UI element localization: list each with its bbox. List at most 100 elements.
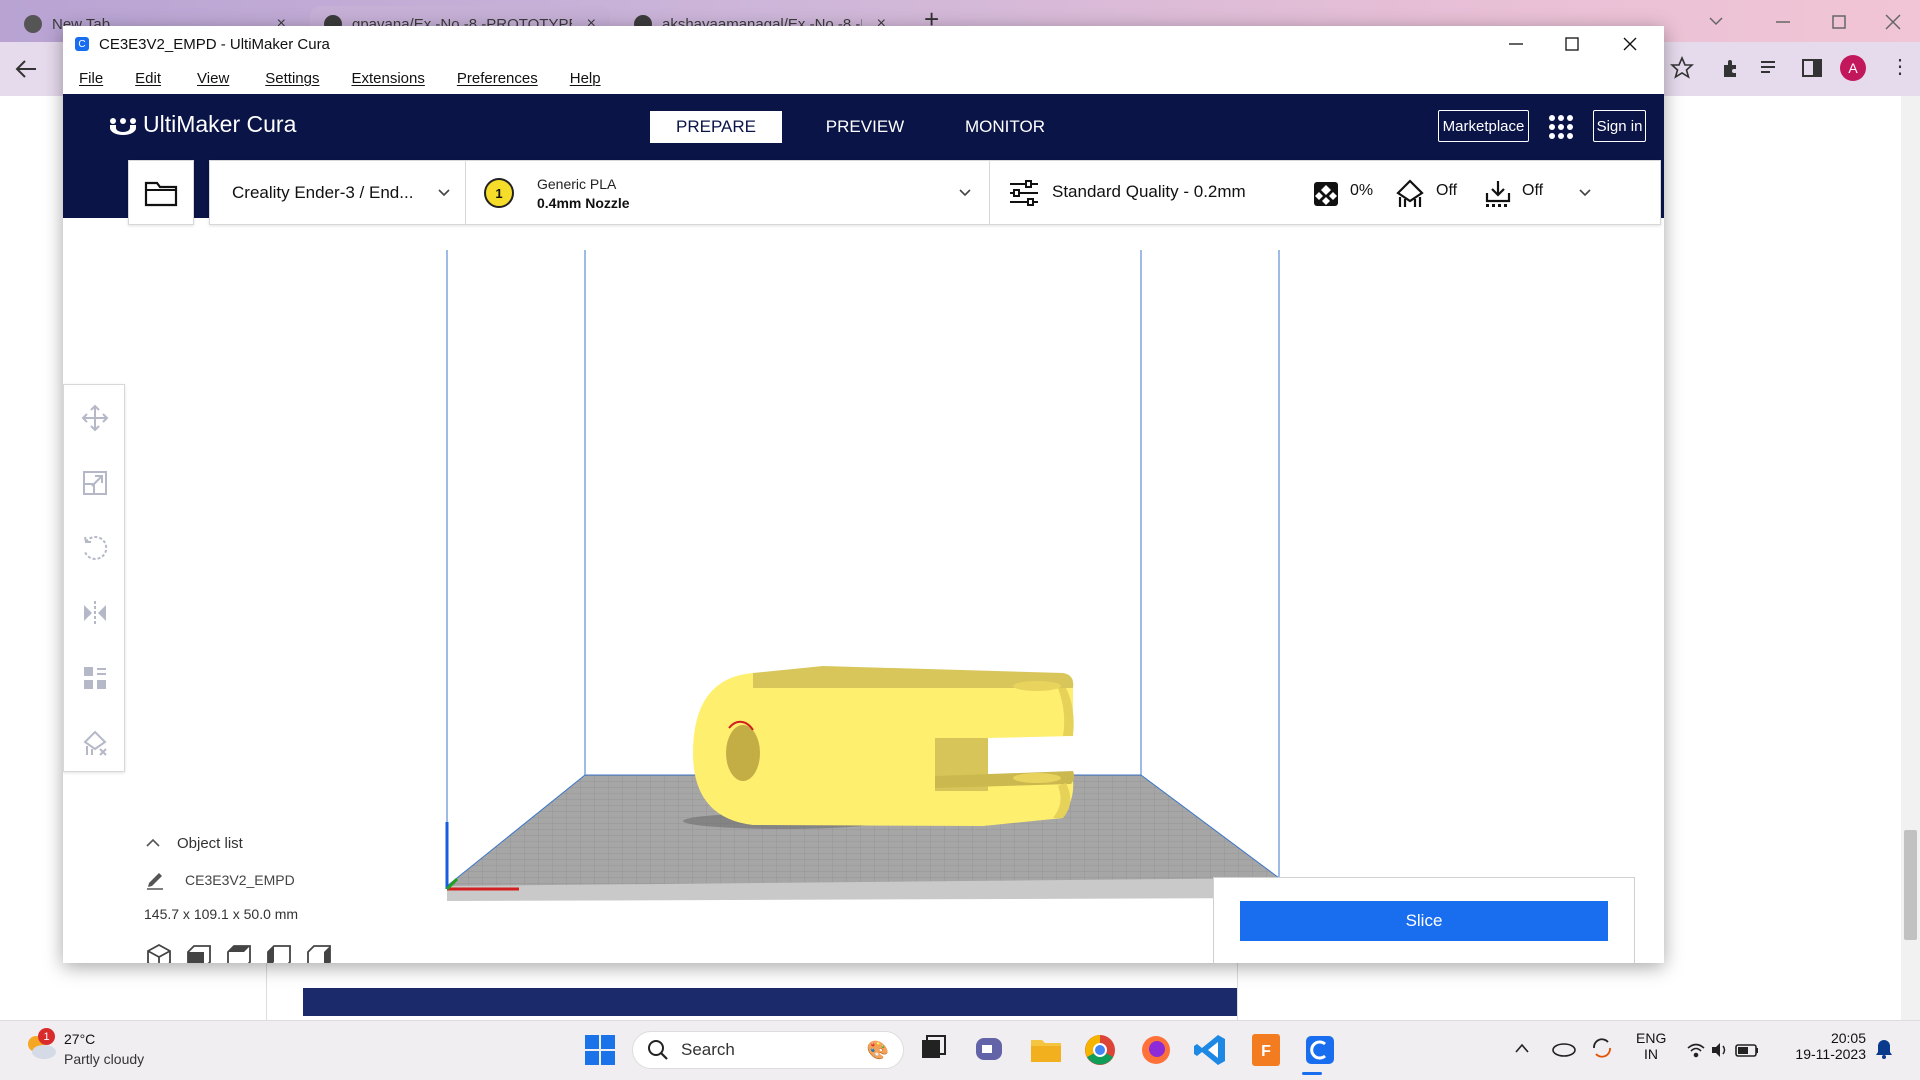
weather-condition: Partly cloudy (64, 1051, 145, 1067)
support-blocker-tool[interactable] (64, 710, 126, 775)
teams-chat-icon[interactable] (972, 1032, 1008, 1068)
chrome-icon[interactable] (1082, 1032, 1118, 1068)
adhesion-value: Off (1522, 182, 1544, 199)
tool-panel (63, 384, 125, 772)
marketplace-button[interactable]: Marketplace (1438, 110, 1529, 142)
infill-value: 0% (1350, 182, 1374, 199)
3d-viewport[interactable]: Object list CE3E3V2_EMPD 145.7 x 109.1 x… (63, 218, 1664, 963)
clock-date: 19-11-2023 (1795, 1046, 1866, 1062)
slice-button[interactable]: Slice (1240, 901, 1608, 941)
material-name: Generic PLA (537, 176, 617, 192)
menu-help[interactable]: Help (556, 70, 615, 87)
tab-preview[interactable]: PREVIEW (799, 111, 931, 143)
menu-view[interactable]: View (183, 70, 243, 87)
profile-avatar[interactable]: A (1840, 55, 1866, 81)
chevron-down-icon (1579, 189, 1591, 197)
language-region: IN (1644, 1046, 1658, 1062)
menu-extensions[interactable]: Extensions (337, 70, 438, 87)
move-tool[interactable] (64, 385, 126, 450)
printer-name: Creality Ender-3 / End... (232, 182, 414, 202)
side-panel-icon[interactable] (1800, 56, 1824, 80)
object-name[interactable]: CE3E3V2_EMPD (185, 872, 295, 888)
extruder-selector[interactable]: 1 Generic PLA 0.4mm Nozzle (466, 161, 990, 224)
chrome-menu-icon[interactable]: ⋮ (1890, 54, 1910, 79)
browser-window-controls (1709, 14, 1901, 30)
system-tray-icons[interactable] (1686, 1040, 1766, 1060)
window-title: CE3E3V2_EMPD - UltiMaker Cura (99, 35, 330, 53)
tab-search-icon (1709, 17, 1723, 26)
view-top-button[interactable] (223, 940, 255, 963)
mirror-icon (84, 600, 106, 625)
sign-in-button[interactable]: Sign in (1593, 110, 1646, 142)
extensions-icon[interactable] (1720, 56, 1744, 80)
clock[interactable]: 20:05 19-11-2023 (1788, 1030, 1866, 1062)
mirror-tool[interactable] (64, 580, 126, 645)
settings-sliders-icon (1010, 180, 1038, 206)
embedded-screenshot (303, 988, 1237, 1016)
page-scrollbar[interactable] (1901, 96, 1920, 1020)
scale-tool[interactable] (64, 450, 126, 515)
windows-start-icon[interactable] (582, 1032, 618, 1068)
back-icon[interactable] (14, 58, 38, 80)
restore-icon (1832, 15, 1846, 29)
chevron-down-icon (438, 188, 450, 196)
menu-bar: File Edit View Settings Extensions Prefe… (63, 62, 1664, 94)
file-explorer-icon[interactable] (1028, 1032, 1064, 1068)
menu-preferences[interactable]: Preferences (443, 70, 552, 87)
search-icon (648, 1040, 668, 1060)
cura-window: C CE3E3V2_EMPD - UltiMaker Cura File Edi… (63, 26, 1664, 963)
move-icon (81, 404, 109, 431)
view-front-button[interactable] (183, 940, 215, 963)
open-file-button[interactable] (128, 160, 194, 225)
menu-settings[interactable]: Settings (251, 70, 333, 87)
printer-selector[interactable]: Creality Ender-3 / End... (210, 161, 466, 224)
tab-monitor[interactable]: MONITOR (939, 111, 1071, 143)
firefox-icon[interactable] (1138, 1032, 1174, 1068)
rotate-tool[interactable] (64, 515, 126, 580)
sync-icon[interactable] (1590, 1036, 1614, 1060)
language-indicator[interactable]: ENG IN (1636, 1030, 1666, 1062)
view-right-icon (307, 945, 331, 963)
window-controls[interactable] (1503, 35, 1653, 53)
ultimaker-logo-icon (110, 118, 136, 135)
view-3d-icon (147, 943, 171, 963)
language-code: ENG (1636, 1030, 1667, 1046)
view-right-button[interactable] (303, 940, 335, 963)
rotate-icon (84, 535, 108, 560)
volume-icon (1712, 1043, 1726, 1057)
svg-text:F: F (1261, 1043, 1271, 1060)
print-settings-selector[interactable]: Standard Quality - 0.2mm 0% Off Off (990, 161, 1660, 224)
window-titlebar: C CE3E3V2_EMPD - UltiMaker Cura (63, 26, 1664, 62)
scrollbar-thumb[interactable] (1904, 830, 1917, 940)
view-top-icon (227, 945, 251, 963)
onedrive-icon[interactable] (1550, 1038, 1576, 1058)
support-icon (1396, 179, 1424, 207)
per-model-settings-tool[interactable] (64, 645, 126, 710)
media-control-icon[interactable] (1758, 56, 1782, 80)
clock-time: 20:05 (1830, 1030, 1866, 1046)
object-list-title[interactable]: Object list (177, 835, 243, 852)
chevron-up-icon[interactable] (145, 837, 161, 849)
menu-edit[interactable]: Edit (121, 70, 175, 87)
taskbar-search[interactable]: Search 🎨 (632, 1031, 904, 1069)
per-model-settings-icon (84, 666, 106, 689)
windows-taskbar (0, 1020, 1920, 1080)
cura-taskbar-icon[interactable] (1302, 1032, 1338, 1068)
edit-pencil-icon[interactable] (145, 870, 165, 890)
temperature: 27°C (64, 1031, 96, 1047)
view-3d-button[interactable] (143, 940, 175, 963)
show-hidden-icons-chevron[interactable] (1514, 1042, 1530, 1054)
view-left-button[interactable] (263, 940, 295, 963)
model-ce3e3v2-empd[interactable] (693, 666, 1075, 826)
notification-bell-icon[interactable] (1874, 1038, 1894, 1060)
bookmark-star-icon[interactable] (1670, 56, 1694, 80)
vscode-icon[interactable] (1192, 1032, 1228, 1068)
task-view-icon[interactable] (916, 1032, 952, 1068)
cura-app-icon: C (75, 37, 89, 51)
fusion-360-icon[interactable]: F (1248, 1032, 1284, 1068)
tab-prepare[interactable]: PREPARE (650, 111, 782, 143)
browser-page-left (0, 96, 64, 1020)
chevron-down-icon (959, 189, 971, 197)
apps-grid-icon[interactable] (1548, 114, 1574, 140)
menu-file[interactable]: File (65, 70, 117, 87)
